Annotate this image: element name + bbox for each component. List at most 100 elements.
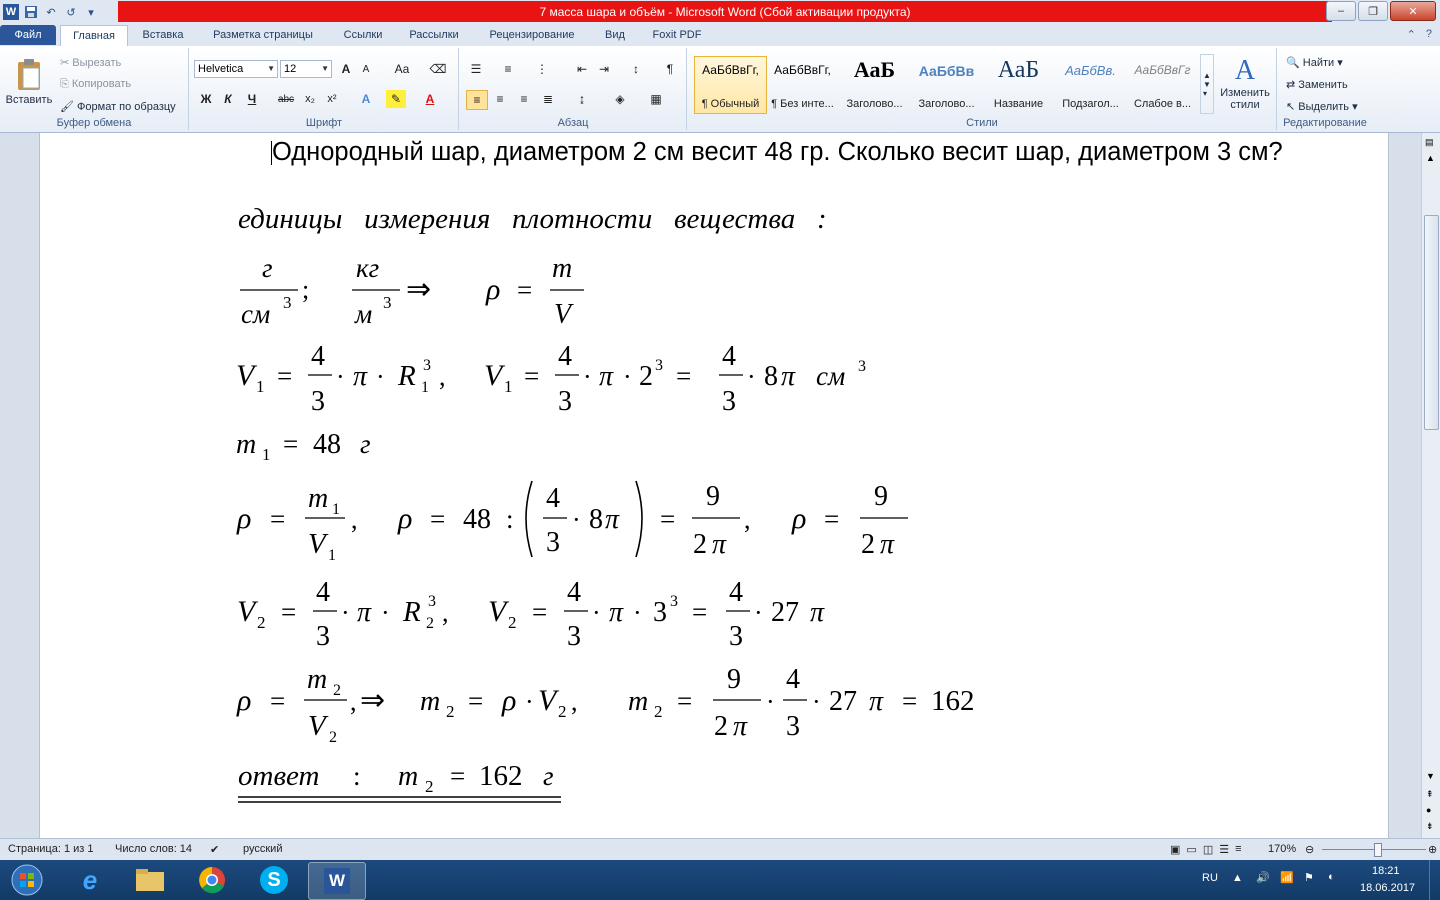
tab-foxit-pdf[interactable]: Foxit PDF bbox=[644, 25, 710, 45]
input-language[interactable]: RU bbox=[1202, 872, 1218, 884]
font-size-combo[interactable]: 12 ▼ bbox=[280, 60, 332, 78]
replace-button[interactable]: ⇄ Заменить bbox=[1286, 78, 1348, 91]
tab-file[interactable]: Файл bbox=[0, 25, 56, 45]
page-counter[interactable]: Страница: 1 из 1 bbox=[8, 843, 94, 855]
change-styles-button[interactable]: A Изменить стили bbox=[1216, 52, 1274, 114]
select-button[interactable]: ↖ Выделить ▾ bbox=[1286, 100, 1358, 113]
tab-view[interactable]: Вид bbox=[596, 25, 634, 45]
line-spacing-icon[interactable]: ↨ bbox=[572, 90, 592, 108]
minimize-ribbon-icon[interactable]: ⌃ bbox=[1407, 28, 1416, 41]
align-right-icon[interactable]: ≡ bbox=[514, 90, 534, 108]
network-icon[interactable]: 📶 bbox=[1280, 871, 1294, 884]
superscript-button[interactable]: x² bbox=[322, 90, 342, 108]
grow-font-button[interactable]: A bbox=[336, 60, 356, 78]
undo-icon[interactable]: ↶ bbox=[43, 4, 59, 20]
redo-icon[interactable]: ↺ bbox=[63, 4, 79, 20]
bullets-icon[interactable]: ☰ bbox=[466, 60, 486, 78]
zoom-out-icon[interactable]: ⊖ bbox=[1305, 843, 1314, 856]
change-case-button[interactable]: Aa bbox=[388, 60, 416, 78]
full-screen-reading-icon[interactable]: ▭ bbox=[1186, 843, 1196, 856]
clock-date[interactable]: 18.06.2017 bbox=[1360, 882, 1415, 894]
format-painter-button[interactable]: 🖌 Формат по образцу bbox=[60, 100, 176, 113]
style-normal[interactable]: АаБбВвГг, ¶ Обычный bbox=[694, 56, 767, 114]
spelling-check-icon[interactable]: ✔ bbox=[210, 843, 219, 856]
word-taskbar-icon[interactable]: W bbox=[308, 862, 366, 900]
print-layout-icon[interactable]: ▣ bbox=[1170, 843, 1180, 856]
page[interactable]: Однородный шар, диаметром 2 см весит 48 … bbox=[39, 133, 1389, 838]
word-count[interactable]: Число слов: 14 bbox=[115, 843, 192, 855]
web-layout-icon[interactable]: ◫ bbox=[1203, 843, 1213, 856]
styles-scroll-icon[interactable]: ▲ ▼ ▾ bbox=[1200, 54, 1214, 114]
find-button[interactable]: 🔍 Найти ▾ bbox=[1286, 56, 1343, 69]
italic-button[interactable]: К bbox=[218, 90, 238, 108]
tab-page-layout[interactable]: Разметка страницы bbox=[202, 25, 324, 45]
chrome-icon[interactable] bbox=[184, 862, 240, 898]
style-no-spacing[interactable]: АаБбВвГг, ¶ Без инте... bbox=[766, 56, 839, 114]
tab-home[interactable]: Главная bbox=[60, 25, 128, 46]
scrollbar-thumb[interactable] bbox=[1424, 215, 1439, 430]
tab-insert[interactable]: Вставка bbox=[134, 25, 192, 45]
help-icon[interactable]: ? bbox=[1426, 28, 1432, 41]
subscript-button[interactable]: x₂ bbox=[300, 90, 320, 108]
strikethrough-button[interactable]: abc bbox=[276, 90, 296, 108]
font-name-combo[interactable]: Helvetica ▼ bbox=[194, 60, 278, 78]
next-page-icon[interactable]: ⇟ bbox=[1426, 821, 1434, 832]
previous-page-icon[interactable]: ⇞ bbox=[1426, 789, 1434, 800]
internet-explorer-icon[interactable]: e bbox=[62, 862, 118, 898]
clock-time[interactable]: 18:21 bbox=[1372, 865, 1400, 877]
increase-indent-icon[interactable]: ⇥ bbox=[594, 60, 614, 78]
scroll-up-icon[interactable]: ▲ bbox=[1426, 153, 1435, 163]
cut-button[interactable]: ✂ Вырезать bbox=[60, 56, 121, 69]
numbering-icon[interactable]: ≡ bbox=[498, 60, 518, 78]
show-desktop-button[interactable] bbox=[1429, 860, 1440, 900]
show-marks-button[interactable]: ¶ bbox=[660, 60, 680, 78]
align-left-icon[interactable]: ≡ bbox=[466, 90, 488, 110]
borders-icon[interactable]: ▦ bbox=[646, 90, 666, 108]
paste-button[interactable]: Вставить bbox=[4, 52, 54, 112]
zoom-level[interactable]: 170% bbox=[1268, 843, 1296, 855]
file-explorer-icon[interactable] bbox=[122, 862, 178, 898]
clear-formatting-icon[interactable]: ⌫ bbox=[428, 60, 448, 78]
style-subtitle[interactable]: АаБбВв. Подзагол... bbox=[1054, 56, 1127, 114]
align-center-icon[interactable]: ≡ bbox=[490, 90, 510, 108]
multilevel-list-icon[interactable]: ⋮ bbox=[532, 60, 552, 78]
vertical-scrollbar[interactable]: ▤ ▲ ▼ ⇞ ● ⇟ bbox=[1421, 133, 1440, 838]
style-subtle-emphasis[interactable]: АаБбВвГг Слабое в... bbox=[1126, 56, 1199, 114]
start-button[interactable] bbox=[2, 862, 52, 898]
font-color-icon[interactable]: A bbox=[420, 90, 440, 108]
tray-expand-icon[interactable]: ▲ bbox=[1232, 872, 1243, 884]
shrink-font-button[interactable]: A bbox=[356, 60, 376, 78]
highlight-icon[interactable]: ✎ bbox=[386, 90, 406, 108]
shading-icon[interactable]: ◈ bbox=[610, 90, 630, 108]
style-heading-1[interactable]: АаБ Заголово... bbox=[838, 56, 911, 114]
underline-button[interactable]: Ч bbox=[242, 90, 262, 108]
copy-button[interactable]: ⎘ Копировать bbox=[60, 78, 131, 91]
browse-object-icon[interactable]: ● bbox=[1426, 805, 1431, 815]
tab-references[interactable]: Ссылки bbox=[334, 25, 392, 45]
notification-icon[interactable]: ◐ bbox=[1328, 871, 1335, 883]
word-logo-icon[interactable]: W bbox=[3, 4, 19, 20]
decrease-indent-icon[interactable]: ⇤ bbox=[572, 60, 592, 78]
skype-icon[interactable]: S bbox=[246, 862, 302, 898]
language-indicator[interactable]: русский bbox=[243, 843, 282, 855]
ruler-toggle-icon[interactable]: ▤ bbox=[1425, 137, 1434, 148]
volume-icon[interactable]: 🔊 bbox=[1256, 871, 1270, 884]
action-center-icon[interactable]: ⚑ bbox=[1304, 871, 1314, 884]
outline-icon[interactable]: ☰ bbox=[1219, 843, 1229, 856]
draft-icon[interactable]: ≡ bbox=[1235, 843, 1241, 856]
close-button[interactable]: ✕ bbox=[1390, 1, 1436, 21]
minimize-button[interactable]: – bbox=[1326, 1, 1356, 21]
tab-mailings[interactable]: Рассылки bbox=[400, 25, 468, 45]
customize-qat-icon[interactable]: ▾ bbox=[83, 4, 99, 20]
zoom-slider-thumb[interactable] bbox=[1374, 843, 1382, 857]
bold-button[interactable]: Ж bbox=[196, 90, 216, 108]
scroll-down-icon[interactable]: ▼ bbox=[1426, 771, 1435, 781]
tab-review[interactable]: Рецензирование bbox=[478, 25, 586, 45]
sort-icon[interactable]: ↕ bbox=[626, 60, 646, 78]
save-icon[interactable] bbox=[23, 4, 39, 20]
text-effects-icon[interactable]: A bbox=[356, 90, 376, 108]
style-title[interactable]: АаБ Название bbox=[982, 56, 1055, 114]
style-heading-2[interactable]: АаБбВв Заголово... bbox=[910, 56, 983, 114]
justify-icon[interactable]: ≣ bbox=[538, 90, 558, 108]
zoom-in-icon[interactable]: ⊕ bbox=[1428, 843, 1437, 856]
